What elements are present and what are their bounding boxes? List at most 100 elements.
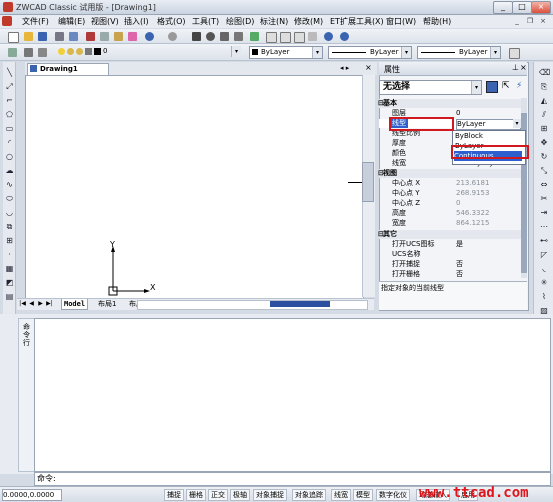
option-byblock[interactable]: ByBlock (455, 131, 483, 141)
horizontal-scroll-thumb[interactable] (270, 301, 330, 307)
explode-icon[interactable]: ✳ (539, 278, 549, 288)
prop-row-center-y[interactable]: 中心点 Y 268.9153 (379, 189, 521, 198)
zoom-realtime-icon[interactable] (206, 32, 215, 41)
tab-model[interactable]: Model (61, 299, 89, 310)
construction-line-icon[interactable]: ⤢ (5, 82, 14, 91)
open-file-icon[interactable] (24, 32, 33, 41)
last-tab-icon[interactable]: ▶| (46, 299, 53, 309)
layer-state-icon[interactable] (38, 48, 47, 57)
spline-icon[interactable]: ∿ (5, 180, 14, 189)
circle-icon[interactable]: ○ (5, 152, 14, 161)
prop-row-snap[interactable]: 打开捕捉 否 (379, 260, 521, 269)
pan-icon[interactable] (192, 32, 201, 41)
menu-insert[interactable]: 插入(I) (124, 16, 149, 27)
menu-file[interactable]: 文件(F) (22, 16, 49, 27)
cut-icon[interactable] (86, 32, 95, 41)
redo-icon[interactable] (168, 32, 177, 41)
zoom-window-icon[interactable] (220, 32, 229, 41)
toggle-snap[interactable]: 捕捉 (164, 489, 184, 501)
extend-icon[interactable]: ⇥ (539, 208, 549, 218)
line-icon[interactable]: ╲ (5, 68, 14, 77)
tab-scroll-arrows-icon[interactable]: ◂ ▸ (340, 64, 349, 72)
menu-dimension[interactable]: 标注(N) (260, 16, 288, 27)
tab-layout1[interactable]: 布局1 (96, 299, 118, 309)
fillet-icon[interactable]: ◟ (539, 264, 549, 274)
break-icon[interactable]: ⋯ (539, 222, 549, 232)
zoom-icon[interactable] (324, 32, 333, 41)
copy-icon[interactable] (100, 32, 109, 41)
section-other[interactable]: 其它 ⊟ (378, 230, 521, 239)
polygon-icon[interactable]: ⬠ (5, 110, 14, 119)
panel-close-icon[interactable]: × (520, 63, 527, 72)
section-basic[interactable]: 基本 ⊟ (378, 99, 521, 108)
chamfer-icon[interactable]: ◸ (539, 250, 549, 260)
print-preview-icon[interactable] (69, 32, 78, 41)
menu-view[interactable]: 视图(V) (91, 16, 119, 27)
close-button[interactable]: × (531, 1, 551, 14)
tab-drawing1[interactable]: Drawing1 (27, 63, 109, 75)
scale-icon[interactable]: ⤡ (539, 166, 549, 176)
mirror-icon[interactable]: ◭ (539, 96, 549, 106)
toggle-grid[interactable]: 栅格 (186, 489, 206, 501)
revision-cloud-icon[interactable]: ☁ (5, 166, 14, 175)
mdi-restore-icon[interactable]: ❐ (525, 16, 535, 26)
array-icon[interactable]: ⊞ (539, 124, 549, 134)
edit-polyline-icon[interactable]: ⌇ (539, 292, 549, 302)
prop-row-center-z[interactable]: 中心点 Z 0 (379, 199, 521, 208)
undo-icon[interactable] (145, 32, 154, 41)
paste-icon[interactable] (114, 32, 123, 41)
layer-previous-icon[interactable] (24, 48, 33, 57)
maximize-button[interactable]: □ (512, 1, 532, 14)
rotate-icon[interactable]: ↻ (539, 152, 549, 162)
toggle-lineweight[interactable]: 线宽 (331, 489, 351, 501)
select-objects-icon[interactable]: ⇱ (502, 81, 510, 91)
toggle-model[interactable]: 模型 (353, 489, 373, 501)
layer-manager-icon[interactable] (8, 48, 17, 57)
mdi-close-icon[interactable]: × (538, 16, 548, 26)
new-file-icon[interactable] (8, 32, 19, 43)
minimize-button[interactable]: _ (493, 1, 513, 14)
table-icon[interactable]: ▤ (5, 292, 14, 301)
pin-icon[interactable]: ⊥ (512, 63, 519, 72)
menu-tools[interactable]: 工具(T) (192, 16, 219, 27)
help-icon[interactable] (340, 32, 349, 41)
prop-row-grid[interactable]: 打开栅格 否 (379, 270, 521, 279)
offset-icon[interactable]: ⫽ (539, 110, 549, 120)
next-tab-icon[interactable]: ▶ (37, 299, 44, 309)
document-icon[interactable] (2, 16, 12, 26)
toggle-ortho[interactable]: 正交 (208, 489, 228, 501)
arc-icon[interactable]: ◜ (5, 138, 14, 147)
toggle-otrack[interactable]: 对象追踪 (292, 489, 326, 501)
color-combo[interactable]: ByLayer ▾ (249, 46, 323, 59)
linetype-combo[interactable]: ByLayer ▾ (328, 46, 412, 59)
properties-icon[interactable] (266, 32, 277, 43)
tab-close-icon[interactable]: × (365, 63, 372, 72)
zoom-previous-icon[interactable] (234, 32, 243, 41)
menu-modify[interactable]: 修改(M) (294, 16, 323, 27)
section-view[interactable]: 视图 ⊟ (378, 169, 521, 178)
trim-icon[interactable]: ✂ (539, 194, 549, 204)
move-icon[interactable]: ✥ (539, 138, 549, 148)
design-center-icon[interactable] (280, 32, 291, 43)
prop-row-center-x[interactable]: 中心点 X 213.6181 (379, 179, 521, 188)
quick-select-icon[interactable]: ⚡ (516, 81, 522, 91)
region-icon[interactable]: ◩ (5, 278, 14, 287)
chevron-down-icon[interactable]: ▾ (513, 119, 521, 128)
mdi-minimize-icon[interactable]: _ (512, 16, 522, 26)
prop-row-ucs-name[interactable]: UCS名称 (379, 250, 521, 259)
copy-object-icon[interactable]: ⎘ (539, 82, 549, 92)
lineweight-combo[interactable]: ByLayer ▾ (417, 46, 501, 59)
stretch-icon[interactable]: ⇔ (539, 180, 549, 190)
insert-block-icon[interactable]: ⧉ (5, 222, 14, 231)
zoom-extents-icon[interactable] (250, 32, 259, 41)
prop-row-ucs-icon[interactable]: 打开UCS图标 是 (379, 240, 521, 249)
prop-row-width[interactable]: 宽度 864.1215 (379, 219, 521, 228)
menu-et-tools[interactable]: ET扩展工具(X) (330, 16, 384, 27)
first-tab-icon[interactable]: |◀ (19, 299, 26, 309)
make-block-icon[interactable]: ⊞ (5, 236, 14, 245)
rectangle-icon[interactable]: ▭ (5, 124, 14, 133)
prev-tab-icon[interactable]: ◀ (28, 299, 35, 309)
vertical-scroll-thumb[interactable] (362, 162, 374, 202)
menu-window[interactable]: 窗口(W) (386, 16, 416, 27)
polyline-icon[interactable]: ⌐ (5, 96, 14, 105)
